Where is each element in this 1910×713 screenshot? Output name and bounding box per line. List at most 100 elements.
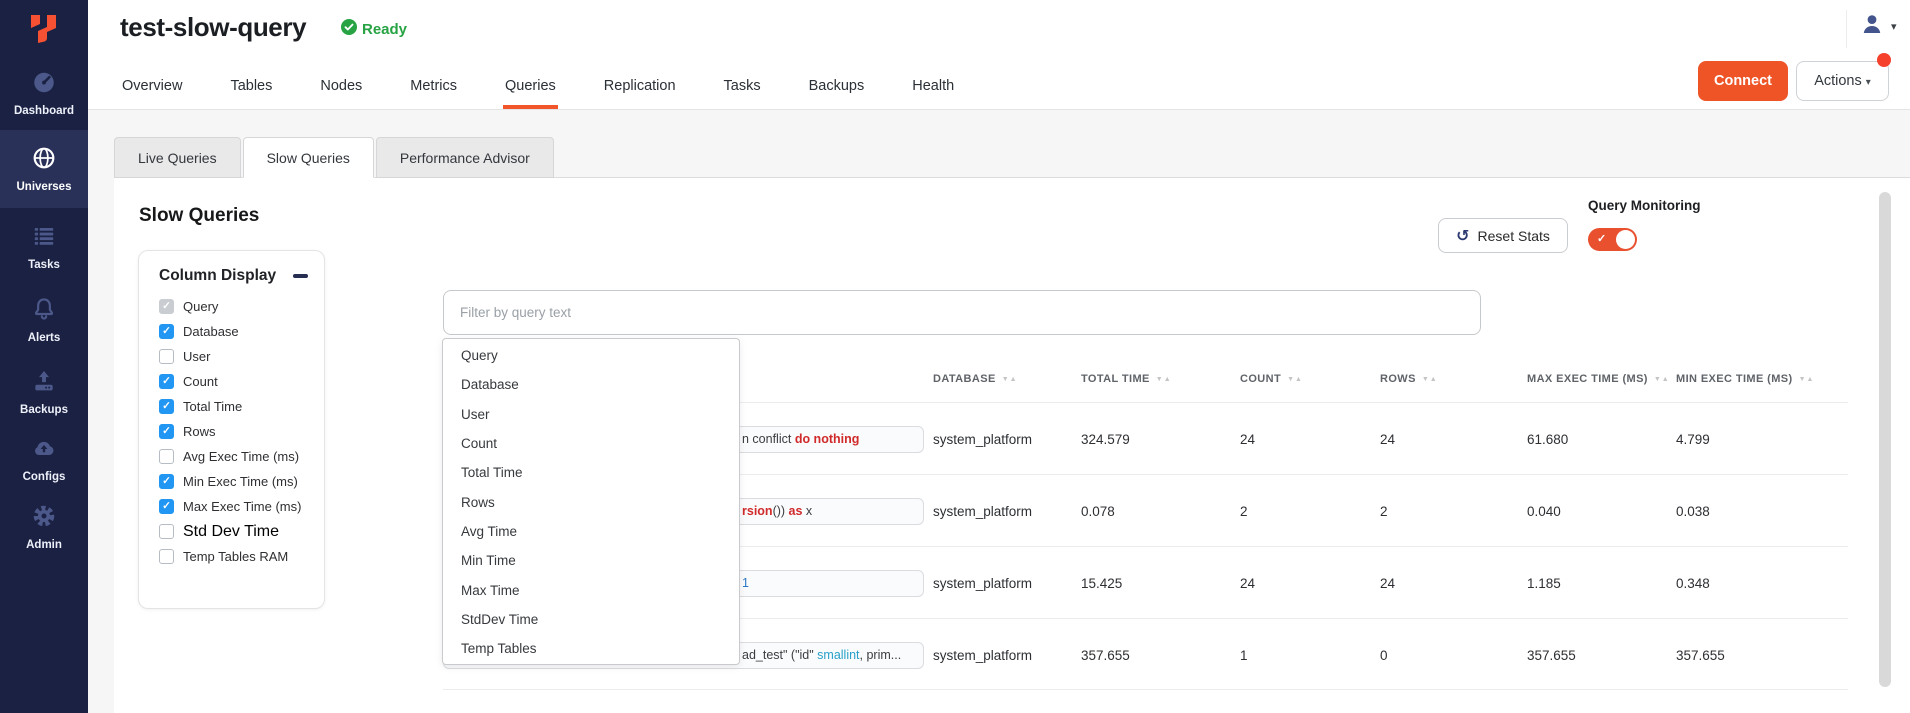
sidebar-item-dashboard[interactable]: Dashboard [0,58,88,128]
rows-cell: 0 [1380,619,1388,691]
dropdown-item-stddev-time[interactable]: StdDev Time [443,605,739,634]
sidebar-item-admin[interactable]: Admin [0,492,88,562]
tab-metrics[interactable]: Metrics [408,67,459,109]
tab-nodes[interactable]: Nodes [318,67,364,109]
checkbox[interactable] [159,449,174,464]
database-cell: system_platform [933,475,1032,547]
column-display-title: Column Display [159,267,276,285]
column-header-total-time[interactable]: TOTAL TIME▼▲ [1081,356,1172,402]
count-cell: 24 [1240,403,1255,475]
sidebar-item-configs[interactable]: Configs [0,424,88,494]
column-header-rows[interactable]: ROWS▼▲ [1380,356,1438,402]
column-header-max-exec-time[interactable]: MAX EXEC TIME (MS)▼▲ [1527,356,1670,402]
column-display-card: Column Display Query Database User [138,250,325,609]
query-filter-input[interactable] [443,290,1481,335]
status-badge: Ready [341,19,407,40]
dropdown-item-user[interactable]: User [443,400,739,429]
column-header-database[interactable]: DATABASE▼▲ [933,356,1018,402]
sidebar-item-label: Tasks [28,259,60,271]
dropdown-item-total-time[interactable]: Total Time [443,458,739,487]
tab-performance-advisor[interactable]: Performance Advisor [376,137,554,178]
dropdown-item-min-time[interactable]: Min Time [443,546,739,575]
min-exec-time-cell: 0.038 [1676,475,1710,547]
checkbox[interactable] [159,524,174,539]
query-monitoring-toggle[interactable]: ✓ [1588,228,1637,251]
sidebar-item-label: Alerts [28,332,61,344]
tab-backups[interactable]: Backups [807,67,867,109]
column-option-database[interactable]: Database [139,319,324,344]
column-option-min-exec-time[interactable]: Min Exec Time (ms) [139,469,324,494]
option-label: Total Time [183,399,242,414]
column-option-rows[interactable]: Rows [139,419,324,444]
tab-slow-queries[interactable]: Slow Queries [243,137,374,178]
reset-stats-button[interactable]: ↺ Reset Stats [1438,218,1568,253]
checkbox[interactable] [159,424,174,439]
universe-title: test-slow-query [120,12,306,43]
checkbox[interactable] [159,299,174,314]
tab-replication[interactable]: Replication [602,67,678,109]
option-label: Query [183,299,218,314]
sort-icons[interactable]: ▼▲ [1422,376,1438,383]
bell-icon [31,296,57,327]
sidebar-item-alerts[interactable]: Alerts [0,285,88,355]
collapse-minus-icon[interactable] [293,274,308,278]
actions-button[interactable]: Actions ▾ [1796,61,1889,101]
column-option-user[interactable]: User [139,344,324,369]
yugabyte-logo-icon[interactable] [26,9,62,54]
dropdown-item-query[interactable]: Query [443,341,739,370]
sort-icons[interactable]: ▼▲ [1654,376,1670,383]
total-time-cell: 0.078 [1081,475,1115,547]
column-header-min-exec-time[interactable]: MIN EXEC TIME (MS)▼▲ [1676,356,1814,402]
sort-icons[interactable]: ▼▲ [1287,376,1303,383]
dropdown-item-max-time[interactable]: Max Time [443,575,739,604]
column-option-count[interactable]: Count [139,369,324,394]
checkbox[interactable] [159,399,174,414]
sidebar-item-universes[interactable]: Universes [0,130,88,208]
status-text: Ready [362,21,407,38]
chevron-down-icon: ▾ [1866,77,1871,88]
upload-icon [31,368,57,399]
dropdown-item-rows[interactable]: Rows [443,487,739,516]
checkbox[interactable] [159,474,174,489]
sidebar-item-tasks[interactable]: Tasks [0,212,88,282]
column-option-avg-exec-time[interactable]: Avg Exec Time (ms) [139,444,324,469]
dropdown-item-database[interactable]: Database [443,370,739,399]
max-exec-time-cell: 0.040 [1527,475,1561,547]
column-option-max-exec-time[interactable]: Max Exec Time (ms) [139,494,324,519]
sort-icons[interactable]: ▼▲ [1799,376,1815,383]
slow-queries-panel: Slow Queries ↺ Reset Stats Query Monitor… [114,177,1910,713]
column-display-options: Query Database User Count Total Time [139,294,324,569]
dropdown-item-temp-tables[interactable]: Temp Tables [443,634,739,663]
dropdown-item-avg-time[interactable]: Avg Time [443,517,739,546]
dropdown-item-count[interactable]: Count [443,429,739,458]
checkbox[interactable] [159,349,174,364]
page-title: Slow Queries [139,205,259,227]
option-label: Min Exec Time (ms) [183,474,298,489]
vertical-scrollbar[interactable] [1879,192,1891,687]
column-option-temp-tables-ram[interactable]: Temp Tables RAM [139,544,324,569]
checkbox[interactable] [159,374,174,389]
user-menu[interactable]: ▾ [1860,12,1897,41]
tab-overview[interactable]: Overview [120,67,184,109]
column-option-std-dev-time[interactable]: Std Dev Time [139,519,324,544]
connect-button[interactable]: Connect [1698,61,1788,101]
checkbox[interactable] [159,549,174,564]
min-exec-time-cell: 0.348 [1676,547,1710,619]
checkbox[interactable] [159,499,174,514]
column-select-dropdown: Query Database User Count Total Time Row… [442,338,740,665]
tab-tables[interactable]: Tables [228,67,274,109]
max-exec-time-cell: 357.655 [1527,619,1576,691]
column-option-total-time[interactable]: Total Time [139,394,324,419]
tab-tasks[interactable]: Tasks [722,67,763,109]
tab-live-queries[interactable]: Live Queries [114,137,241,178]
checkbox[interactable] [159,324,174,339]
sidebar-item-backups[interactable]: Backups [0,357,88,427]
column-option-query[interactable]: Query [139,294,324,319]
sort-icons[interactable]: ▼▲ [1156,376,1172,383]
min-exec-time-cell: 4.799 [1676,403,1710,475]
sort-icons[interactable]: ▼▲ [1002,376,1018,383]
column-header-count[interactable]: COUNT▼▲ [1240,356,1303,402]
tab-health[interactable]: Health [910,67,956,109]
option-label: User [183,349,210,364]
tab-queries[interactable]: Queries [503,67,558,109]
